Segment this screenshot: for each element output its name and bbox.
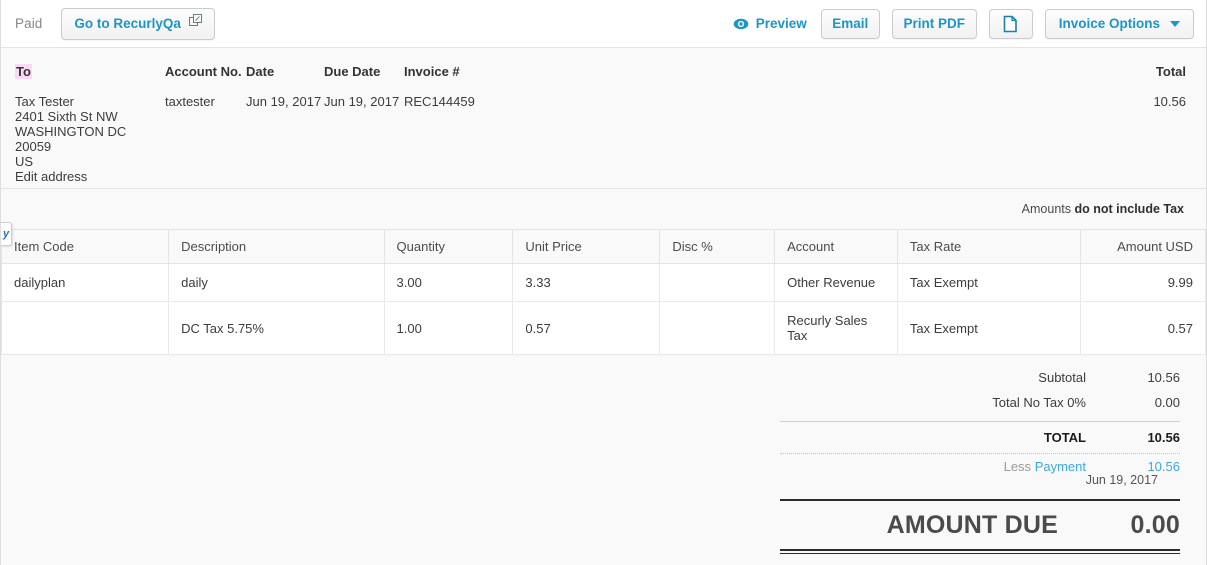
amount-due-value: 0.00 (1130, 511, 1180, 539)
cell-quantity: 3.00 (383, 263, 514, 302)
customer-name-link[interactable]: Tax Tester (15, 94, 165, 109)
table-row[interactable]: DC Tax 5.75% 1.00 0.57 Recurly Sales Tax… (1, 301, 1206, 355)
cell-tax-rate: Tax Exempt (896, 301, 1082, 355)
cell-amount: 0.57 (1080, 301, 1206, 355)
column-header-amount: Amount USD (1080, 229, 1206, 264)
eye-icon (733, 16, 749, 32)
invoice-page: Paid Go to RecurlyQa Preview Email Print… (0, 0, 1207, 565)
preview-button[interactable]: Preview (733, 16, 807, 32)
line-items-header: Item Code Description Quantity Unit Pric… (1, 229, 1206, 264)
cell-account: Recurly Sales Tax (774, 301, 898, 355)
external-link-icon (188, 14, 202, 27)
cell-disc (659, 263, 776, 302)
amounts-note-prefix: Amounts (1021, 202, 1072, 216)
account-no-column: Account No. taxtester (165, 64, 247, 109)
tax-row: Total No Tax 0% 0.00 (780, 390, 1180, 415)
payment-row: Less Payment 10.56 (780, 454, 1180, 475)
total-value: 10.56 (1147, 430, 1180, 445)
column-header-tax-rate: Tax Rate (897, 229, 1082, 264)
address-line-1: 2401 Sixth St NW (15, 109, 118, 124)
totals-block: Subtotal 10.56 Total No Tax 0% 0.00 TOTA… (780, 365, 1180, 554)
payment-link[interactable]: Payment (1035, 459, 1086, 474)
amount-due-underline-2 (780, 553, 1180, 554)
invoice-options-button[interactable]: Invoice Options (1044, 8, 1194, 39)
toolbar-actions: Preview Email Print PDF Invoice Options (733, 8, 1194, 39)
cell-disc (659, 301, 776, 355)
table-header-row: Item Code Description Quantity Unit Pric… (1, 229, 1206, 264)
totals-section: Subtotal 10.56 Total No Tax 0% 0.00 TOTA… (1, 355, 1206, 554)
due-date-column: Due Date Jun 19, 2017 (324, 64, 404, 109)
edge-tab-widget[interactable]: y (1, 222, 12, 246)
address-country: US (15, 154, 34, 169)
edge-tab-label: y (2, 228, 10, 240)
invoice-no-column: Invoice # REC144459 (404, 64, 584, 109)
edit-address-link[interactable]: Edit address (15, 169, 165, 184)
invoice-meta-section: To Tax Tester 2401 Sixth St NW WASHINGTO… (1, 48, 1206, 188)
address-line-2: WASHINGTON DC 20059 (15, 124, 127, 154)
header-total-column: Total 10.56 (1153, 64, 1186, 109)
cell-description: DC Tax 5.75% (168, 301, 385, 355)
column-header-item-code: Item Code (1, 229, 170, 264)
chevron-down-icon (1170, 20, 1180, 27)
subtotal-value: 10.56 (1147, 370, 1180, 385)
cell-tax-rate: Tax Exempt (896, 263, 1082, 302)
go-to-recurlyqa-label: Go to RecurlyQa (74, 16, 181, 31)
cell-unit-price: 3.33 (512, 263, 661, 302)
tax-label: Total No Tax 0% (992, 395, 1086, 410)
line-items-body: dailyplan daily 3.00 3.33 Other Revenue … (1, 263, 1206, 355)
cell-item-code: dailyplan (1, 263, 170, 302)
column-header-quantity: Quantity (384, 229, 514, 264)
payment-label-group: Less Payment (780, 459, 1108, 474)
cell-quantity: 1.00 (383, 301, 514, 355)
column-header-description: Description (168, 229, 385, 264)
invoice-no-label: Invoice # (404, 64, 460, 79)
line-items-table: Item Code Description Quantity Unit Pric… (1, 229, 1206, 355)
cell-unit-price: 0.57 (512, 301, 661, 355)
subtotal-label: Subtotal (1038, 370, 1086, 385)
account-no-value: taxtester (165, 94, 215, 109)
invoice-options-label: Invoice Options (1058, 16, 1160, 31)
account-no-label: Account No. (165, 64, 242, 79)
column-header-disc: Disc % (659, 229, 776, 264)
amounts-tax-note: Amounts do not include Tax (1, 188, 1206, 229)
header-total-value: 10.56 (1153, 94, 1186, 109)
amounts-note-strong: do not include Tax (1074, 202, 1185, 216)
go-to-recurlyqa-button[interactable]: Go to RecurlyQa (61, 7, 215, 40)
email-button[interactable]: Email (820, 8, 880, 39)
total-row: TOTAL 10.56 (780, 422, 1180, 453)
payment-value[interactable]: 10.56 (1108, 459, 1180, 474)
table-row[interactable]: dailyplan daily 3.00 3.33 Other Revenue … (1, 263, 1206, 302)
bill-to-heading: To (15, 64, 165, 79)
payment-date: Jun 19, 2017 (1085, 473, 1158, 487)
total-label: TOTAL (1043, 430, 1086, 445)
bill-to-column: To Tax Tester 2401 Sixth St NW WASHINGTO… (15, 64, 165, 184)
preview-label: Preview (755, 16, 807, 31)
cell-account: Other Revenue (774, 263, 898, 302)
amount-due-label: AMOUNT DUE (886, 511, 1058, 539)
duplicate-invoice-button[interactable] (988, 8, 1033, 39)
invoice-status-label: Paid (15, 16, 43, 31)
due-date-value: Jun 19, 2017 (324, 94, 400, 109)
date-column: Date Jun 19, 2017 (246, 64, 324, 109)
amount-due-underline-1 (780, 549, 1180, 551)
date-value: Jun 19, 2017 (246, 94, 322, 109)
amount-due-row: AMOUNT DUE 0.00 (780, 501, 1180, 549)
document-page-icon (1003, 15, 1018, 33)
date-label: Date (246, 64, 275, 79)
cell-item-code (1, 301, 170, 355)
bill-to-label: To (15, 64, 32, 79)
cell-description: daily (168, 263, 385, 302)
cell-amount: 9.99 (1080, 263, 1206, 302)
tax-value: 0.00 (1154, 395, 1180, 410)
print-pdf-button[interactable]: Print PDF (891, 8, 977, 39)
subtotal-row: Subtotal 10.56 (780, 365, 1180, 390)
column-header-unit-price: Unit Price (512, 229, 661, 264)
invoice-toolbar: Paid Go to RecurlyQa Preview Email Print… (1, 0, 1206, 48)
invoice-meta-grid: To Tax Tester 2401 Sixth St NW WASHINGTO… (15, 64, 1186, 184)
column-header-account: Account (774, 229, 898, 264)
header-total-label: Total (1155, 64, 1186, 79)
less-label: Less (1003, 459, 1032, 474)
due-date-label: Due Date (324, 64, 381, 79)
invoice-no-value: REC144459 (404, 94, 475, 109)
